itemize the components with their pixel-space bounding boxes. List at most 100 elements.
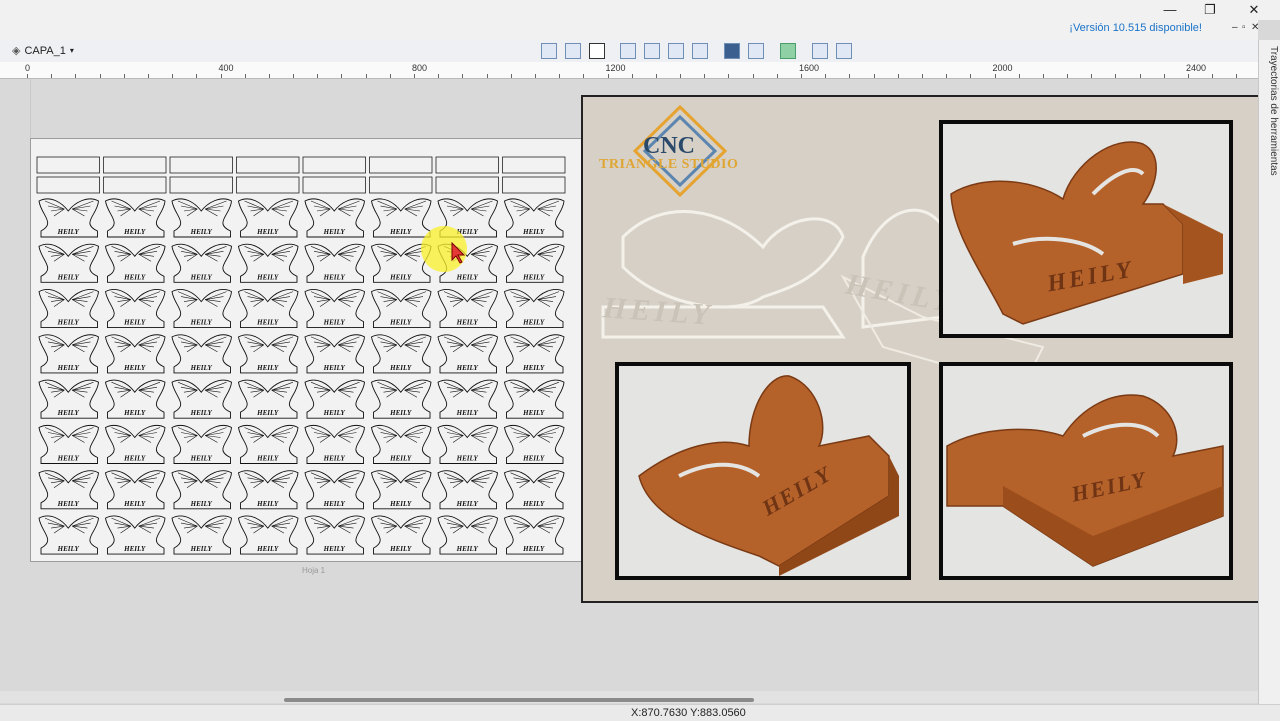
ruler-tick [995,74,996,78]
ruler-label: 800 [412,63,428,73]
version-notice-link[interactable]: ¡Versión 10.515 disponible! [1069,22,1202,34]
scrollbar-thumb[interactable] [284,698,754,702]
minimize-button[interactable]: — [1150,0,1190,20]
zoom-out-icon[interactable] [692,43,708,59]
ruler-tick [583,74,584,78]
piece-engraving: HEILY [522,455,545,463]
ruler-label: 1200 [605,63,626,73]
move-icon[interactable] [620,43,636,59]
ruler-tick [221,74,222,78]
cursor-arrow-icon [451,241,466,264]
layout-icon[interactable] [812,43,828,59]
piece-engraving: HEILY [389,455,412,463]
piece-engraving: HEILY [323,364,346,372]
ruler-tick [680,74,681,78]
sub-close-button[interactable]: ✕ [1251,22,1259,33]
piece-engraving: HEILY [389,545,412,553]
toolpaths-tab[interactable]: Trayectorias de herramientas [1261,46,1279,196]
butterfly-piece: HEILY [171,424,232,464]
butterfly-piece: HEILY [38,243,99,283]
piece-engraving: HEILY [190,545,213,553]
sub-minimize-button[interactable]: – [1232,22,1238,33]
box-side-piece [369,156,433,174]
image-icon[interactable] [565,43,581,59]
piece-engraving: HEILY [256,455,279,463]
ruler-tick [632,74,633,78]
butterfly-piece: HEILY [437,515,498,555]
ruler-tick [196,74,197,78]
piece-engraving: HEILY [256,545,279,553]
ruler-tick [898,74,899,78]
box-side-piece [103,176,167,194]
butterfly-piece: HEILY [105,424,166,464]
ruler-tick [559,74,560,78]
piece-engraving: HEILY [522,273,545,281]
ruler-tick [1091,74,1092,78]
ruler-tick [946,74,947,78]
ruler-tick [922,74,923,78]
piece-engraving: HEILY [190,455,213,463]
box-side-piece [236,156,300,174]
butterfly-piece: HEILY [504,289,565,329]
align-icon[interactable] [541,43,557,59]
butterfly-piece: HEILY [38,198,99,238]
piece-engraving: HEILY [522,409,545,417]
ruler-tick [801,74,802,78]
ruler-tick [462,74,463,78]
main-toolbar: ◈ CAPA_1 ▾ [0,40,1258,63]
piece-engraving: HEILY [190,500,213,508]
box-side-piece [435,176,499,194]
piece-engraving: HEILY [57,228,80,236]
box-side-piece [502,176,566,194]
butterfly-piece: HEILY [304,379,365,419]
piece-engraving: HEILY [190,409,213,417]
butterfly-piece: HEILY [304,470,365,510]
butterfly-piece: HEILY [504,424,565,464]
box-side-piece [369,176,433,194]
piece-engraving: HEILY [57,409,80,417]
butterfly-piece: HEILY [437,424,498,464]
material-sheet[interactable]: HEILY HEILY HEILY HEILY HEILY HEILY HEILY HEILY… [30,138,582,562]
box-side-piece [236,176,300,194]
ruler-tick [1188,74,1189,78]
box-side-piece [36,176,100,194]
ruler-tick [1115,74,1116,78]
box-side-piece [169,156,233,174]
piece-engraving: HEILY [323,319,346,327]
sub-restore-button[interactable]: ▫ [1242,22,1246,33]
zoom-in-icon[interactable] [644,43,660,59]
piece-engraving: HEILY [190,364,213,372]
horizontal-ruler: 0 400 800 1200 1600 2000 2400 [0,62,1258,79]
ruler-tick [728,74,729,78]
brand-logo: CNC TRIANGLE STUDIO [595,103,765,198]
ruler-tick [656,74,657,78]
butterfly-piece: HEILY [238,424,299,464]
piece-engraving: HEILY [57,364,80,372]
butterfly-piece: HEILY [371,334,432,374]
close-button[interactable]: ✕ [1234,0,1274,20]
piece-engraving: HEILY [456,545,479,553]
piece-engraving: HEILY [123,319,146,327]
panel-icon[interactable] [836,43,852,59]
butterfly-piece: HEILY [105,379,166,419]
piece-engraving: HEILY [522,319,545,327]
ruler-tick [1043,74,1044,78]
cursor-highlight [421,226,467,272]
material-icon[interactable] [780,43,796,59]
piece-engraving: HEILY [522,500,545,508]
piece-engraving: HEILY [256,273,279,281]
ruler-tick [1236,74,1237,78]
ruler-tick [366,74,367,78]
node-edit-icon[interactable] [724,43,740,59]
ruler-tick [849,74,850,78]
restore-button[interactable]: ❐ [1190,0,1230,20]
layer-selector[interactable]: ◈ CAPA_1 ▾ [12,44,74,58]
piece-engraving: HEILY [389,228,412,236]
piece-engraving: HEILY [57,273,80,281]
zoom-fit-icon[interactable] [668,43,684,59]
ruler-label: 2400 [1186,63,1207,73]
grid-icon[interactable] [589,43,605,59]
ruler-label: 400 [218,63,234,73]
mirror-icon[interactable] [748,43,764,59]
piece-engraving: HEILY [323,409,346,417]
